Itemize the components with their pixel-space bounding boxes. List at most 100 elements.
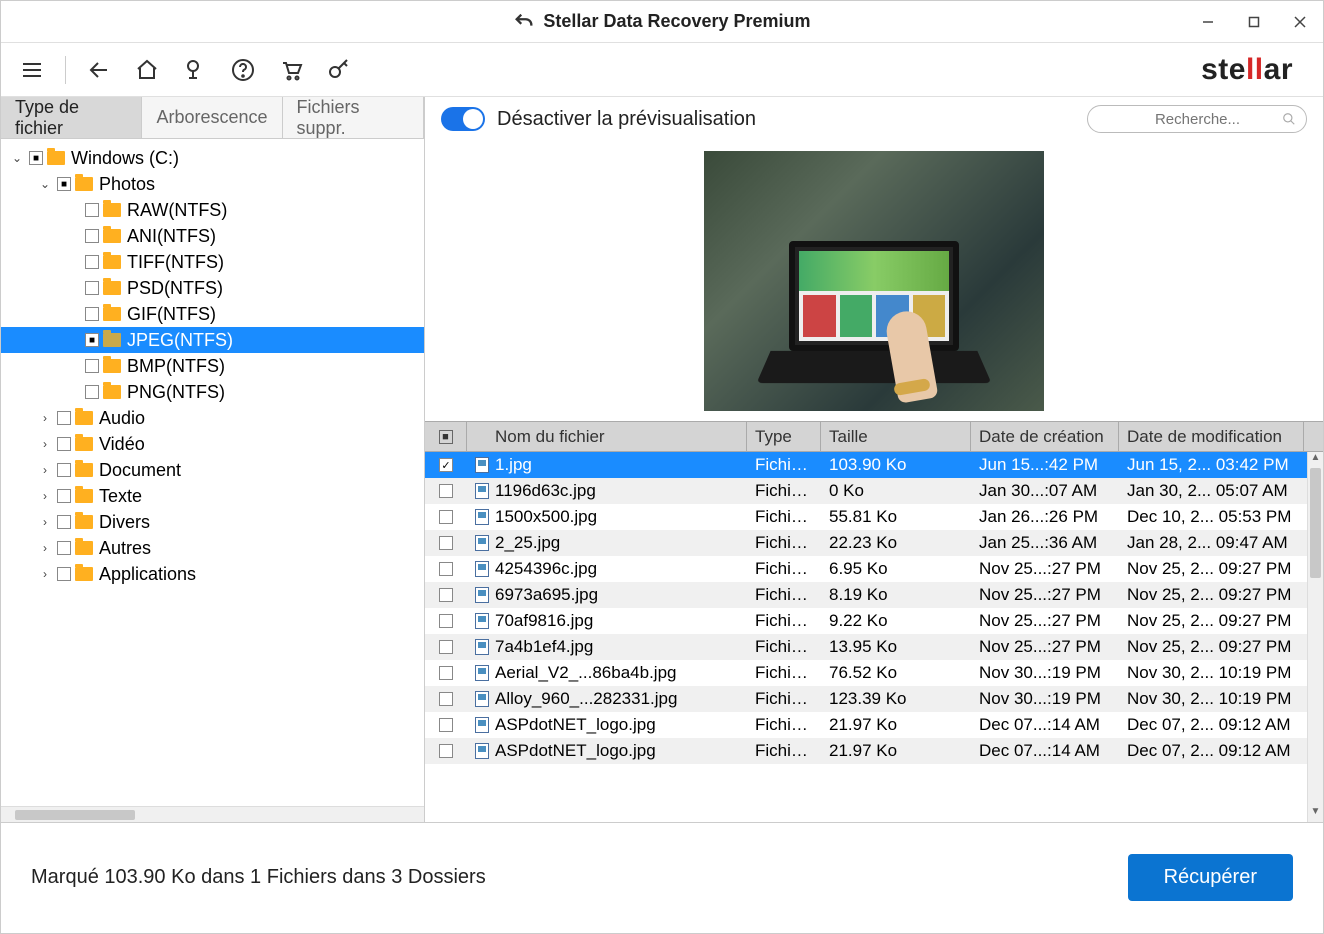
file-row[interactable]: 70af9816.jpgFichiers9.22 KoNov 25...:27 … — [425, 608, 1323, 634]
expand-icon[interactable]: › — [37, 411, 53, 425]
scan-button[interactable] — [176, 51, 214, 89]
tree-checkbox[interactable] — [85, 203, 99, 217]
tree-node[interactable]: BMP(NTFS) — [1, 353, 424, 379]
tree-checkbox[interactable] — [85, 229, 99, 243]
tree-node[interactable]: ›Document — [1, 457, 424, 483]
file-name: 1.jpg — [495, 455, 532, 475]
header-checkbox[interactable]: ■ — [425, 422, 467, 451]
header-cdate[interactable]: Date de création — [971, 422, 1119, 451]
tree-checkbox[interactable]: ■ — [85, 333, 99, 347]
tree-checkbox[interactable] — [85, 255, 99, 269]
expand-icon[interactable]: › — [37, 489, 53, 503]
expand-icon[interactable]: › — [37, 567, 53, 581]
help-button[interactable] — [224, 51, 262, 89]
tree-node[interactable]: GIF(NTFS) — [1, 301, 424, 327]
tree-node[interactable]: RAW(NTFS) — [1, 197, 424, 223]
file-checkbox[interactable] — [439, 536, 453, 550]
file-checkbox[interactable] — [439, 484, 453, 498]
tree-node[interactable]: ›Texte — [1, 483, 424, 509]
file-row[interactable]: ✓1.jpgFichiers103.90 KoJun 15...:42 PMJu… — [425, 452, 1323, 478]
file-checkbox[interactable] — [439, 640, 453, 654]
file-row[interactable]: 7a4b1ef4.jpgFichiers13.95 KoNov 25...:27… — [425, 634, 1323, 660]
file-checkbox[interactable] — [439, 510, 453, 524]
file-checkbox[interactable]: ✓ — [439, 458, 453, 472]
tree-node[interactable]: ›Vidéo — [1, 431, 424, 457]
file-row[interactable]: Aerial_V2_...86ba4b.jpgFichiers76.52 KoN… — [425, 660, 1323, 686]
tree-checkbox[interactable] — [57, 411, 71, 425]
tree-node[interactable]: TIFF(NTFS) — [1, 249, 424, 275]
tree-checkbox[interactable]: ■ — [29, 151, 43, 165]
file-checkbox[interactable] — [439, 718, 453, 732]
tree-node[interactable]: ›Autres — [1, 535, 424, 561]
tree-node[interactable]: ›Applications — [1, 561, 424, 587]
search-box[interactable] — [1087, 105, 1307, 133]
search-input[interactable] — [1098, 111, 1297, 128]
tree-node[interactable]: PSD(NTFS) — [1, 275, 424, 301]
tree-node[interactable]: ›Audio — [1, 405, 424, 431]
file-row[interactable]: 2_25.jpgFichiers22.23 KoJan 25...:36 AMJ… — [425, 530, 1323, 556]
file-checkbox[interactable] — [439, 588, 453, 602]
file-row[interactable]: ASPdotNET_logo.jpgFichiers21.97 KoDec 07… — [425, 738, 1323, 764]
back-button[interactable] — [80, 51, 118, 89]
file-row[interactable]: ASPdotNET_logo.jpgFichiers21.97 KoDec 07… — [425, 712, 1323, 738]
file-row[interactable]: 1500x500.jpgFichiers55.81 KoJan 26...:26… — [425, 504, 1323, 530]
tree-checkbox[interactable] — [57, 463, 71, 477]
tree-checkbox[interactable] — [57, 541, 71, 555]
tree-node[interactable]: ⌄ ■ Photos — [1, 171, 424, 197]
file-row[interactable]: 1196d63c.jpgFichiers0 KoJan 30...:07 AMJ… — [425, 478, 1323, 504]
horizontal-scrollbar[interactable] — [1, 806, 424, 822]
key-button[interactable] — [320, 51, 358, 89]
header-name[interactable]: Nom du fichier — [467, 422, 747, 451]
cart-button[interactable] — [272, 51, 310, 89]
expand-icon[interactable]: ⌄ — [9, 151, 25, 165]
preview-toggle[interactable] — [441, 107, 485, 131]
file-row[interactable]: 6973a695.jpgFichiers8.19 KoNov 25...:27 … — [425, 582, 1323, 608]
tree-node[interactable]: ANI(NTFS) — [1, 223, 424, 249]
close-button[interactable] — [1277, 1, 1323, 43]
expand-icon[interactable]: › — [37, 463, 53, 477]
home-button[interactable] — [128, 51, 166, 89]
tree-checkbox[interactable] — [85, 359, 99, 373]
file-checkbox[interactable] — [439, 666, 453, 680]
vertical-scrollbar[interactable]: ▲▼ — [1307, 452, 1323, 822]
header-type[interactable]: Type — [747, 422, 821, 451]
maximize-button[interactable] — [1231, 1, 1277, 43]
file-checkbox[interactable] — [439, 744, 453, 758]
expand-icon[interactable]: ⌄ — [37, 177, 53, 191]
file-cdate: Jun 15...:42 PM — [971, 455, 1119, 475]
tree-checkbox[interactable] — [85, 307, 99, 321]
tree-checkbox[interactable] — [57, 489, 71, 503]
file-type: Fichiers — [747, 481, 821, 501]
tree-label: Photos — [99, 174, 155, 195]
file-row[interactable]: Alloy_960_...282331.jpgFichiers123.39 Ko… — [425, 686, 1323, 712]
folder-icon — [75, 411, 93, 425]
file-size: 13.95 Ko — [821, 637, 971, 657]
tab-tree-view[interactable]: Arborescence — [142, 97, 282, 138]
tree-node[interactable]: PNG(NTFS) — [1, 379, 424, 405]
tree-checkbox[interactable] — [85, 281, 99, 295]
expand-icon[interactable]: › — [37, 515, 53, 529]
header-mdate[interactable]: Date de modification — [1119, 422, 1304, 451]
expand-icon[interactable]: › — [37, 541, 53, 555]
recover-button[interactable]: Récupérer — [1128, 854, 1293, 901]
tree-node[interactable]: ⌄■Windows (C:) — [1, 145, 424, 171]
header-size[interactable]: Taille — [821, 422, 971, 451]
tab-file-type[interactable]: Type de fichier — [1, 97, 142, 138]
tree-checkbox[interactable]: ■ — [57, 177, 71, 191]
tree-node[interactable]: ■JPEG(NTFS) — [1, 327, 424, 353]
file-checkbox[interactable] — [439, 692, 453, 706]
folder-tree[interactable]: ⌄■Windows (C:)⌄■PhotosRAW(NTFS)ANI(NTFS)… — [1, 139, 424, 806]
file-table: ■ Nom du fichier Type Taille Date de cré… — [425, 421, 1323, 822]
tab-deleted[interactable]: Fichiers suppr. — [283, 97, 424, 138]
tree-checkbox[interactable] — [57, 515, 71, 529]
tree-node[interactable]: ›Divers — [1, 509, 424, 535]
menu-button[interactable] — [13, 51, 51, 89]
file-checkbox[interactable] — [439, 614, 453, 628]
file-checkbox[interactable] — [439, 562, 453, 576]
tree-checkbox[interactable] — [57, 567, 71, 581]
tree-checkbox[interactable] — [57, 437, 71, 451]
minimize-button[interactable] — [1185, 1, 1231, 43]
expand-icon[interactable]: › — [37, 437, 53, 451]
tree-checkbox[interactable] — [85, 385, 99, 399]
file-row[interactable]: 4254396c.jpgFichiers6.95 KoNov 25...:27 … — [425, 556, 1323, 582]
